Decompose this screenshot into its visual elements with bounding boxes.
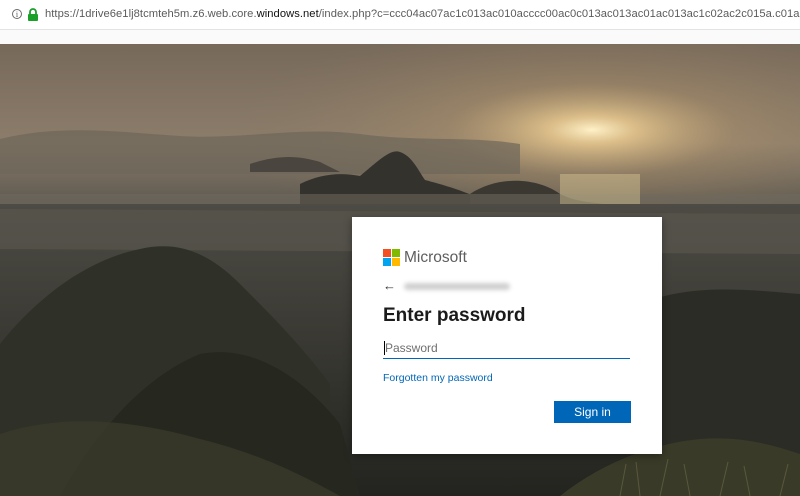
page-title: Enter password [383, 305, 526, 326]
brand-name: Microsoft [404, 249, 467, 266]
forgot-password-link[interactable]: Forgotten my password [383, 372, 493, 384]
url-suffix: /index.php?c=ccc04ac07ac1c013ac010acccc0… [318, 8, 800, 20]
info-icon[interactable]: i [12, 9, 22, 19]
url-text[interactable]: https://1drive6e1lj8tcmteh5m.z6.web.core… [45, 8, 800, 20]
bookmarks-strip [0, 30, 800, 44]
url-prefix: https://1drive6e1lj8tcmteh5m.z6.web.core… [45, 8, 257, 20]
sign-in-button[interactable]: Sign in [554, 401, 631, 423]
text-cursor [384, 341, 385, 355]
microsoft-logo-icon [383, 249, 400, 266]
url-domain: windows.net [256, 8, 319, 20]
blurred-email [404, 283, 510, 290]
password-input[interactable] [383, 337, 630, 359]
login-card: Microsoft ← Enter password Forgotten my … [352, 217, 662, 454]
browser-address-bar[interactable]: i https://1drive6e1lj8tcmteh5m.z6.web.co… [0, 0, 800, 30]
back-arrow-icon[interactable]: ← [383, 279, 396, 293]
lock-icon [28, 8, 38, 21]
